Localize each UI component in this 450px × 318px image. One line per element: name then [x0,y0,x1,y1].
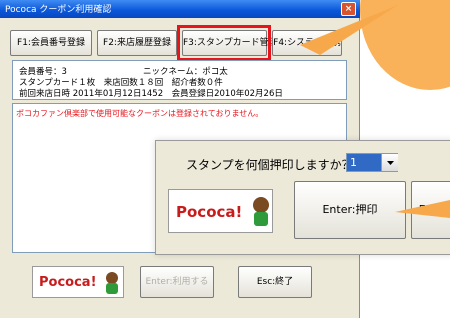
callout-arrows [300,5,450,218]
callout-arrow-top [300,5,398,55]
callout-arrow-right [395,200,450,218]
